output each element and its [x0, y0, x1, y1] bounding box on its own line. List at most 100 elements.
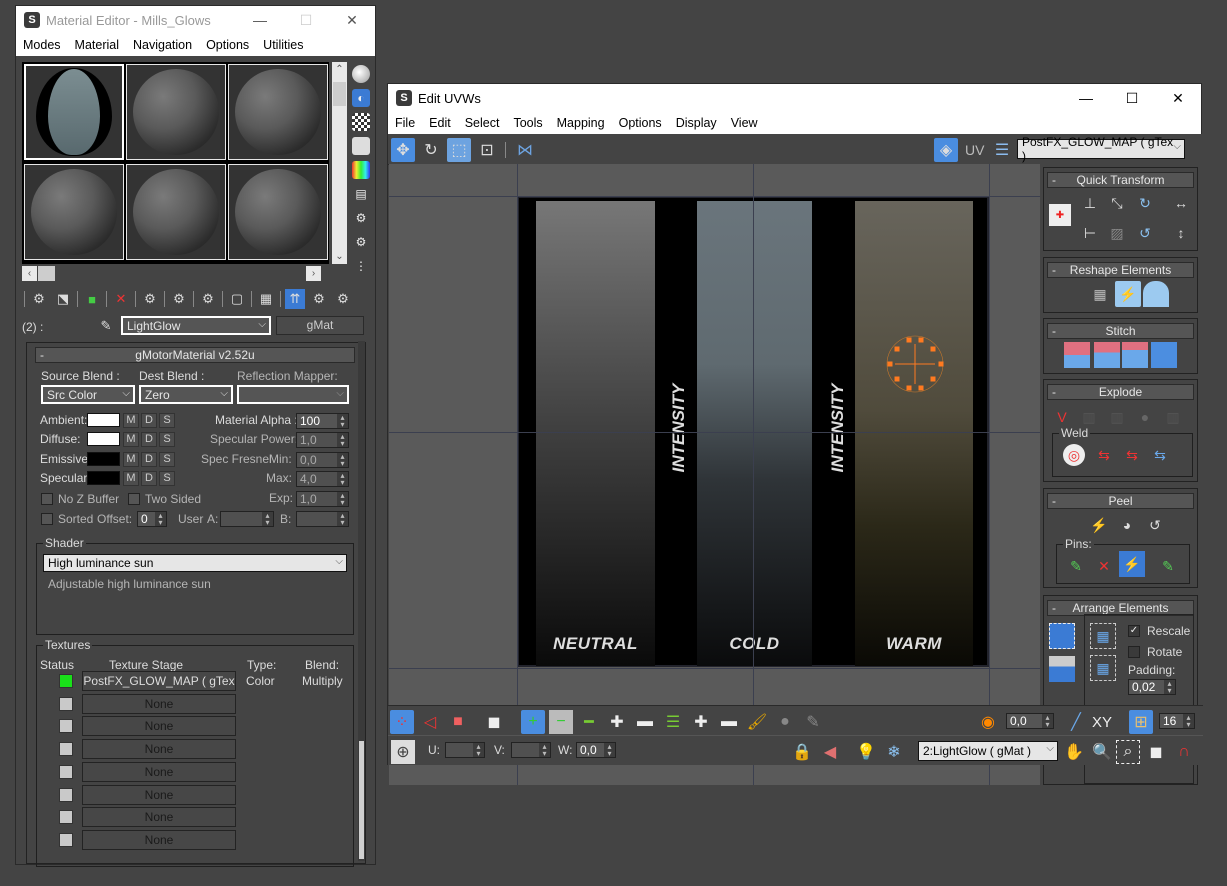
texture-list-icon[interactable]: ☰: [990, 138, 1014, 162]
scroll-thumb[interactable]: [333, 82, 346, 106]
space-vertical-icon[interactable]: ↕: [1168, 220, 1194, 246]
fresnel-max-spinner[interactable]: 4,0 ▴ ▾: [296, 471, 349, 487]
reset-material-icon[interactable]: ✕: [111, 289, 131, 309]
show-map-icon[interactable]: ▦: [256, 289, 276, 309]
texture-stage-button[interactable]: None: [82, 762, 236, 782]
align-diagonal-icon[interactable]: ⤡: [1104, 190, 1130, 216]
padding-spinner[interactable]: 0,02 ▴ ▾: [1128, 679, 1176, 695]
sample-type-icon[interactable]: [352, 65, 370, 83]
texture-status-toggle[interactable]: [59, 788, 73, 802]
material-slot-6[interactable]: [228, 164, 328, 260]
space-horizontal-icon[interactable]: ↔: [1168, 190, 1194, 216]
rotate-cw-icon[interactable]: ↻: [1132, 190, 1158, 216]
vertex-mode-icon[interactable]: ⁘: [390, 710, 414, 734]
rotate-ccw-icon[interactable]: ↺: [1132, 220, 1158, 246]
slots-vertical-scrollbar[interactable]: ⌃ ⌄: [332, 62, 347, 264]
menu-navigation[interactable]: Navigation: [126, 38, 199, 52]
show-map-icon[interactable]: ◈: [934, 138, 958, 162]
emissive-swatch[interactable]: [87, 452, 120, 466]
texture-status-toggle[interactable]: [59, 742, 73, 756]
fresnel-min-spinner[interactable]: 0,0 ▴ ▾: [296, 452, 349, 468]
scroll-down-icon[interactable]: ⌄: [332, 249, 347, 264]
straighten-icon[interactable]: ▦: [1087, 281, 1113, 307]
weld-all-icon[interactable]: ⇆: [1119, 442, 1145, 468]
ambient-swatch[interactable]: [87, 413, 120, 427]
texture-stage-button[interactable]: None: [82, 694, 236, 714]
minimize-button[interactable]: —: [1063, 90, 1109, 106]
paint-grow-icon[interactable]: ●: [773, 710, 797, 734]
soft-selection-icon[interactable]: ◉: [976, 710, 1000, 734]
put-to-library-icon[interactable]: ⚙: [198, 289, 218, 309]
user-a-spinner[interactable]: ▴ ▾: [220, 511, 274, 527]
mirror-icon[interactable]: ⋈: [513, 138, 537, 162]
options-icon[interactable]: ⚙: [352, 209, 370, 227]
offset-spinner[interactable]: 0 ▴ ▾: [137, 511, 167, 527]
rollout-header[interactable]: - gMotorMaterial v2.52u: [35, 347, 355, 363]
light-icon[interactable]: 💡: [854, 740, 878, 764]
edge-mode-icon[interactable]: ◁: [418, 710, 442, 734]
material-name-field[interactable]: LightGlow ⌵: [121, 316, 271, 335]
go-to-parent-icon[interactable]: ⚙: [309, 289, 329, 309]
paint-shrink-icon[interactable]: ✎: [801, 710, 825, 734]
relax-settings-icon[interactable]: [1143, 281, 1169, 307]
ring-shrink-icon[interactable]: ▬: [717, 710, 741, 734]
background-icon[interactable]: [352, 113, 370, 131]
diffuse-swatch[interactable]: [87, 432, 120, 446]
emissive-d-button[interactable]: D: [141, 452, 157, 467]
specular-m-button[interactable]: M: [123, 471, 139, 486]
menu-edit[interactable]: Edit: [422, 116, 458, 130]
selected-vertices[interactable]: [883, 332, 947, 396]
material-slot-2[interactable]: [126, 64, 226, 160]
video-color-check-icon[interactable]: [352, 161, 370, 179]
snap-icon[interactable]: ∩: [1172, 740, 1196, 764]
rotate-icon[interactable]: ↻: [419, 138, 443, 162]
material-type-button[interactable]: gMat: [276, 316, 364, 335]
pack-custom-icon[interactable]: ▦: [1090, 623, 1116, 649]
eyedropper-icon[interactable]: ✎: [96, 316, 116, 336]
menu-view[interactable]: View: [724, 116, 765, 130]
loop-grow-icon[interactable]: ✚: [605, 710, 629, 734]
texture-stage-button[interactable]: None: [82, 739, 236, 759]
shrink-selection-icon[interactable]: −: [549, 710, 573, 734]
zoom-region-icon[interactable]: ⌕: [1116, 740, 1140, 764]
freeform-icon[interactable]: ⊡: [475, 138, 499, 162]
close-button[interactable]: ✕: [1155, 90, 1201, 107]
make-preview-icon[interactable]: ▤: [352, 185, 370, 203]
pan-icon[interactable]: ✋: [1062, 740, 1086, 764]
menu-file[interactable]: File: [388, 116, 422, 130]
put-material-icon[interactable]: ⬔: [53, 289, 73, 309]
scroll-right-icon[interactable]: ›: [306, 266, 321, 281]
texture-stage-button[interactable]: None: [82, 830, 236, 850]
relax-icon[interactable]: ⚡: [1115, 281, 1141, 307]
align-vertical-icon[interactable]: ⊥: [1077, 190, 1103, 216]
ambient-m-button[interactable]: M: [123, 413, 139, 428]
flatten-by-material-icon[interactable]: ▥: [1160, 404, 1186, 430]
fresnel-exp-spinner[interactable]: 1,0 ▴ ▾: [296, 491, 349, 507]
material-slot-3[interactable]: [228, 64, 328, 160]
source-blend-select[interactable]: Src Color ⌵: [41, 385, 135, 404]
u-spinner[interactable]: ▴ ▾: [445, 742, 485, 758]
ring-grow-icon[interactable]: ✚: [689, 710, 713, 734]
get-material-icon[interactable]: ⚙: [29, 289, 49, 309]
select-by-material-icon[interactable]: ⚙: [352, 233, 370, 251]
grow-selection-icon[interactable]: +: [521, 710, 545, 734]
align-horizontal-icon[interactable]: ⊢: [1077, 220, 1103, 246]
reshape-header[interactable]: - Reshape Elements: [1047, 262, 1194, 278]
make-copy-icon[interactable]: ⚙: [140, 289, 160, 309]
specular-d-button[interactable]: D: [141, 471, 157, 486]
stitch-custom-icon[interactable]: [1151, 342, 1177, 368]
specular-power-spinner[interactable]: 1,0 ▴ ▾: [296, 432, 349, 448]
texture-stage-button[interactable]: PostFX_GLOW_MAP ( gTex ): [82, 671, 236, 706]
explode-header[interactable]: - Explode: [1047, 384, 1194, 400]
loop-shrink-icon[interactable]: ▬: [633, 710, 657, 734]
material-slot-5[interactable]: [126, 164, 226, 260]
close-button[interactable]: ✕: [329, 12, 375, 29]
polygon-mode-icon[interactable]: ■: [446, 710, 470, 734]
panel-scrollbar[interactable]: [358, 341, 365, 861]
pack-scale-icon[interactable]: ▦: [1090, 655, 1116, 681]
absolute-offset-icon[interactable]: ⊕: [391, 740, 415, 764]
uv-viewport[interactable]: NEUTRAL COLD WARM INTENSITY INTENSITY: [389, 164, 1040, 785]
material-map-navigator-icon[interactable]: ⋮: [352, 257, 370, 275]
stitch-to-source-icon[interactable]: [1064, 342, 1090, 368]
stitch-to-target-icon[interactable]: [1122, 342, 1148, 368]
